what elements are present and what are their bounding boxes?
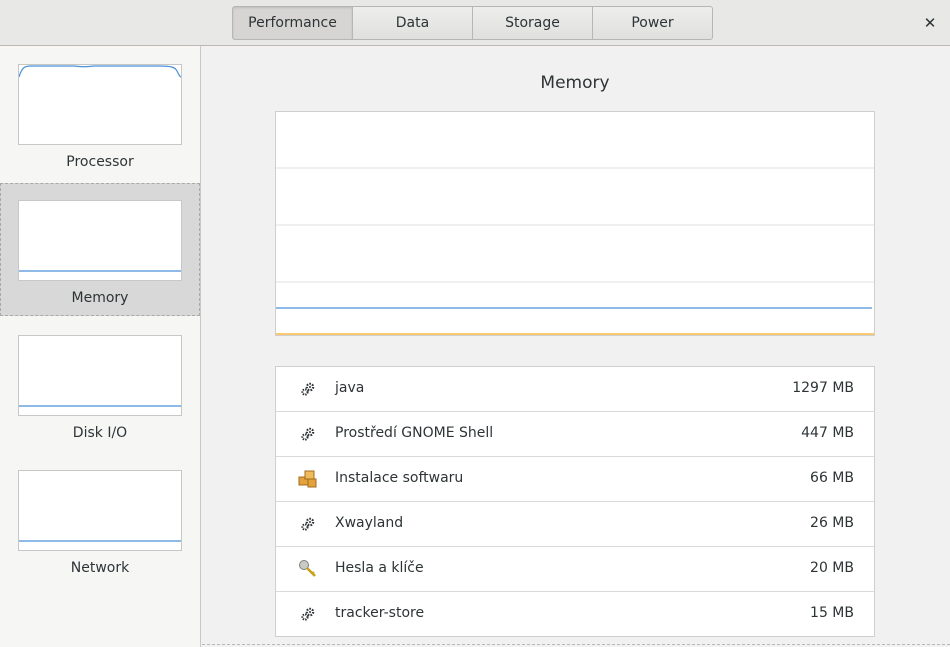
list-item[interactable]: Prostředí GNOME Shell 447 MB — [276, 412, 874, 457]
memory-graph-line — [19, 270, 181, 272]
sidebar-item-label: Memory — [71, 290, 129, 306]
process-memory: 66 MB — [810, 470, 854, 486]
processor-graph-line — [18, 65, 182, 78]
sidebar-item-processor[interactable]: Processor — [0, 46, 200, 179]
tab-storage[interactable]: Storage — [472, 6, 593, 40]
process-memory: 447 MB — [801, 425, 854, 441]
memory-thumbnail-graph — [18, 200, 182, 281]
processor-thumbnail-graph — [18, 64, 182, 145]
sidebar: Processor Memory Disk I/O Network — [0, 46, 201, 647]
network-thumbnail-graph — [18, 470, 182, 551]
process-memory: 1297 MB — [792, 380, 854, 396]
package-icon — [298, 469, 318, 489]
network-graph-line — [19, 540, 181, 542]
page-title: Memory — [540, 73, 610, 93]
process-name: Hesla a klíče — [335, 560, 424, 576]
sidebar-item-disk-io[interactable]: Disk I/O — [0, 316, 200, 449]
gears-icon — [298, 379, 318, 399]
sidebar-item-memory[interactable]: Memory — [0, 183, 200, 316]
list-item[interactable]: Hesla a klíče 20 MB — [276, 547, 874, 592]
view-switcher: Performance Data Storage Power — [232, 6, 713, 40]
list-item[interactable]: java 1297 MB — [276, 367, 874, 412]
sidebar-item-label: Network — [70, 560, 130, 576]
header-bar: Performance Data Storage Power ✕ — [0, 0, 950, 46]
process-name: java — [335, 380, 365, 396]
gears-icon — [298, 424, 318, 444]
tab-performance[interactable]: Performance — [232, 6, 353, 40]
close-button[interactable]: ✕ — [920, 13, 940, 33]
key-icon — [298, 559, 318, 579]
list-item[interactable]: Instalace softwaru 66 MB — [276, 457, 874, 502]
list-item[interactable]: Xwayland 26 MB — [276, 502, 874, 547]
tab-data[interactable]: Data — [352, 6, 473, 40]
sidebar-item-network[interactable]: Network — [0, 451, 200, 584]
process-memory: 20 MB — [810, 560, 854, 576]
list-item[interactable]: tracker-store 15 MB — [276, 592, 874, 637]
memory-usage-graph — [275, 111, 875, 336]
disk-graph-line — [19, 405, 181, 407]
process-memory: 15 MB — [810, 605, 854, 621]
process-name: Xwayland — [335, 515, 404, 531]
main-panel: Memory java 1297 MB Prostředí GNOME Shel… — [202, 47, 950, 647]
tab-power[interactable]: Power — [592, 6, 713, 40]
process-memory: 26 MB — [810, 515, 854, 531]
disk-thumbnail-graph — [18, 335, 182, 416]
process-list: java 1297 MB Prostředí GNOME Shell 447 M… — [275, 366, 875, 637]
close-icon: ✕ — [923, 14, 937, 32]
process-name: tracker-store — [335, 605, 425, 621]
sidebar-item-label: Processor — [66, 154, 134, 170]
memory-graph-canvas — [276, 167, 874, 335]
process-name: Instalace softwaru — [335, 470, 464, 486]
process-name: Prostředí GNOME Shell — [335, 425, 494, 441]
gears-icon — [298, 604, 318, 624]
gears-icon — [298, 514, 318, 534]
sidebar-item-label: Disk I/O — [72, 425, 128, 441]
